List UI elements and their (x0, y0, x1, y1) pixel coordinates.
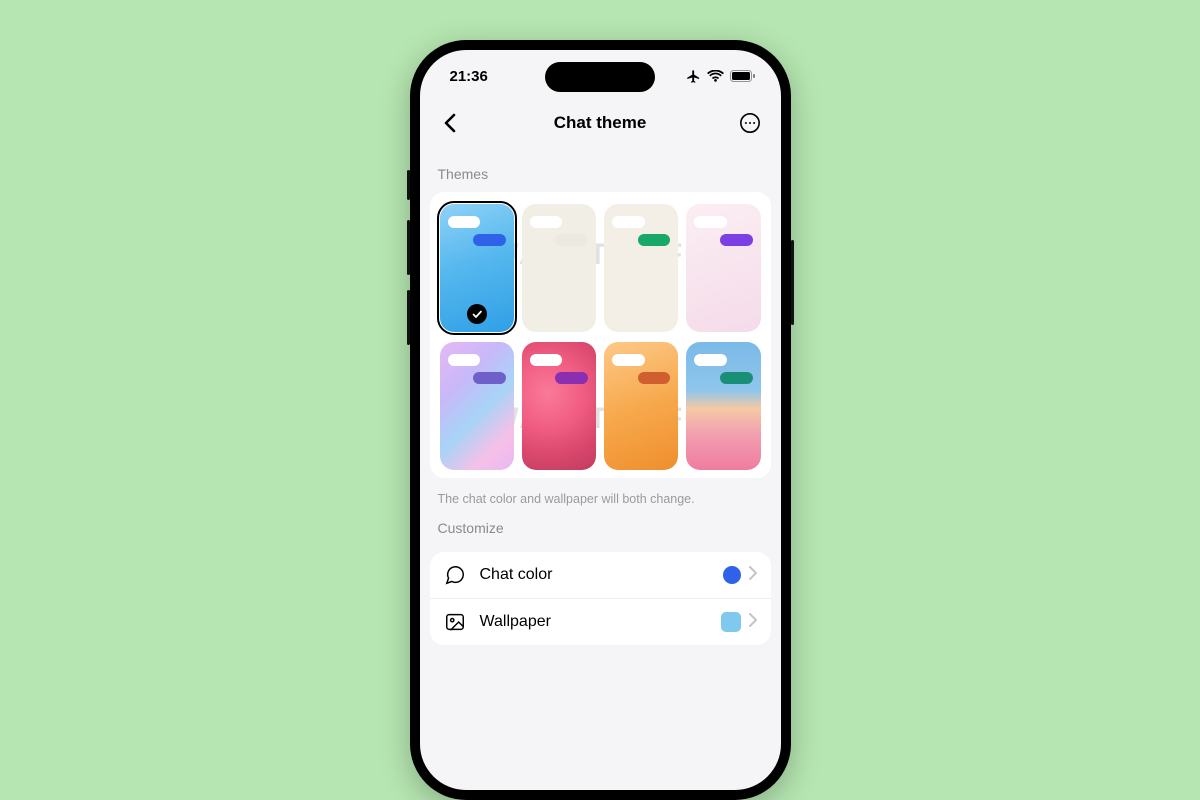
navbar: Chat theme (420, 102, 781, 144)
selected-check-icon (467, 304, 487, 324)
incoming-bubble (530, 216, 563, 228)
chat-bubble-icon (444, 564, 466, 586)
wifi-icon (707, 70, 724, 83)
more-button[interactable] (736, 109, 764, 137)
chat-color-label: Chat color (480, 566, 709, 584)
outgoing-bubble (555, 372, 588, 384)
airplane-mode-icon (686, 69, 701, 84)
status-icons (686, 69, 755, 84)
theme-card-beach[interactable] (686, 342, 760, 470)
theme-card-sky[interactable] (440, 204, 514, 332)
outgoing-bubble (720, 372, 753, 384)
customize-section-label: Customize (420, 512, 781, 546)
image-icon (444, 611, 466, 633)
page-title: Chat theme (554, 113, 647, 133)
incoming-bubble (694, 354, 727, 366)
wallpaper-label: Wallpaper (480, 613, 707, 631)
outgoing-bubble (638, 372, 671, 384)
battery-icon (730, 70, 755, 82)
incoming-bubble (694, 216, 727, 228)
phone-volume-down (407, 290, 410, 345)
outgoing-bubble (638, 234, 671, 246)
theme-card-coral[interactable] (522, 342, 596, 470)
chat-color-swatch (723, 566, 741, 584)
wallpaper-row[interactable]: Wallpaper (430, 599, 771, 645)
theme-card-violet[interactable] (686, 204, 760, 332)
theme-card-holo[interactable] (440, 342, 514, 470)
incoming-bubble (530, 354, 563, 366)
status-time: 21:36 (450, 68, 488, 85)
outgoing-bubble (555, 234, 588, 246)
themes-panel: WABETAINFO WABETAINFO (430, 192, 771, 478)
phone-volume-up (407, 220, 410, 275)
themes-section-label: Themes (420, 144, 781, 192)
incoming-bubble (612, 354, 645, 366)
outgoing-bubble (473, 234, 506, 246)
wallpaper-swatch (721, 612, 741, 632)
incoming-bubble (448, 354, 481, 366)
chevron-left-icon (444, 113, 456, 133)
phone-screen: 21:36 Chat theme Themes WABETAINFO WABET… (420, 50, 781, 790)
chat-color-row[interactable]: Chat color (430, 552, 771, 599)
phone-frame: 21:36 Chat theme Themes WABETAINFO WABET… (410, 40, 791, 800)
chevron-right-icon (749, 613, 757, 632)
phone-silence-switch (407, 170, 410, 200)
phone-power-button (791, 240, 794, 325)
customize-list: Chat color Wallpaper (430, 552, 771, 645)
incoming-bubble (448, 216, 481, 228)
theme-card-green[interactable] (604, 204, 678, 332)
theme-card-orange[interactable] (604, 342, 678, 470)
outgoing-bubble (720, 234, 753, 246)
theme-card-cream[interactable] (522, 204, 596, 332)
incoming-bubble (612, 216, 645, 228)
back-button[interactable] (436, 109, 464, 137)
dynamic-island (545, 62, 655, 92)
more-icon (739, 112, 761, 134)
outgoing-bubble (473, 372, 506, 384)
themes-grid (440, 204, 761, 470)
themes-hint: The chat color and wallpaper will both c… (420, 478, 781, 512)
chevron-right-icon (749, 566, 757, 585)
